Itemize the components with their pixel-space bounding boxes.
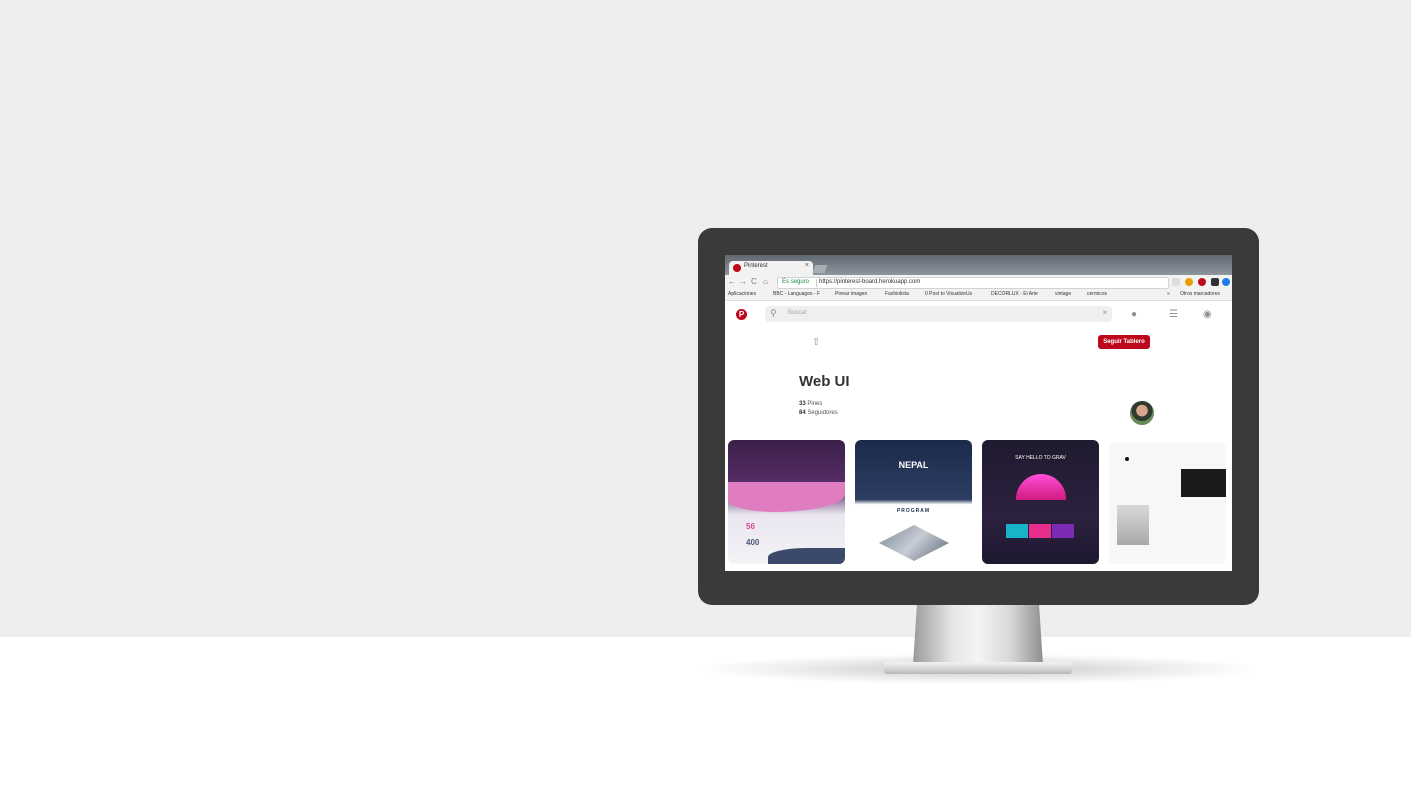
pinterest-favicon-icon (733, 264, 741, 272)
pin-wave-shape (728, 482, 845, 512)
bookmark-pinear[interactable]: Pinear imagen (835, 291, 867, 297)
board-owner-avatar[interactable] (1130, 401, 1154, 425)
pin-card[interactable]: NEPAL PROGRAM (855, 440, 972, 564)
bookmark-visualizeus[interactable]: 0 Post to VisualizeUs (925, 291, 972, 297)
secure-label: Es seguro (782, 279, 810, 285)
tab-title: Pinterest (744, 263, 768, 269)
search-icon: ⚲ (770, 308, 777, 318)
pin-stat: 400 (746, 538, 760, 547)
address-separator (816, 279, 817, 287)
browser-tab[interactable]: Pinterest × (729, 261, 813, 275)
browser-tab-strip: Pinterest × (725, 255, 1232, 275)
pin-card[interactable] (1109, 443, 1226, 564)
pin-stat: 56 (746, 522, 755, 531)
pin-image (1117, 505, 1149, 545)
pin-card[interactable]: 56 400 (728, 440, 845, 564)
forward-arrow-icon[interactable]: → (739, 277, 747, 286)
bookmarks-bar: Aplicaciones BBC - Languages - F Pinear … (725, 289, 1232, 301)
monitor-stand-neck (913, 605, 1043, 665)
profile-extension-icon[interactable] (1222, 278, 1230, 286)
new-tab-button[interactable] (812, 265, 828, 273)
followers-count-value: 84 (799, 410, 806, 416)
pins-count-label: Pines (807, 401, 823, 407)
bookmark-apps[interactable]: Aplicaciones (728, 291, 756, 297)
pin-tile (1006, 524, 1028, 538)
pin-title: NEPAL (898, 460, 929, 470)
pin-tile (1052, 524, 1074, 538)
home-icon[interactable]: ⌂ (763, 277, 768, 286)
followers-count-label: Seguidores (807, 410, 838, 416)
pin-card[interactable]: SAY HELLO TO GRAV (982, 440, 1099, 564)
board-title: Web UI (799, 373, 850, 390)
other-bookmarks[interactable]: Otros marcadores (1180, 291, 1220, 297)
bookmark-bbc[interactable]: BBC - Languages - F (773, 291, 820, 297)
followers-count[interactable]: 84 Seguidores (799, 410, 838, 416)
follow-board-button[interactable]: Seguir Tablero (1098, 335, 1150, 349)
search-placeholder: Buscar (788, 310, 807, 316)
pinterest-logo-icon[interactable]: P (736, 309, 747, 320)
bookmark-fashiolista[interactable]: Fashiolista (885, 291, 909, 297)
search-input[interactable]: ⚲ Buscar × (765, 306, 1112, 322)
monitor-stand-base (884, 662, 1072, 674)
pin-logo-dot (1125, 457, 1129, 461)
user-icon[interactable]: ● (1131, 309, 1137, 320)
address-url[interactable]: https://pinterest-board.herokuapp.com (819, 279, 920, 285)
chat-icon[interactable]: ◉ (1203, 309, 1212, 320)
pins-count[interactable]: 33 Pines (799, 401, 822, 407)
pin-wave-shape (768, 548, 845, 564)
pinterest-header: P ⚲ Buscar × ● ☰ ◉ (725, 301, 1232, 327)
pin-subtitle: PROGRAM (896, 508, 931, 514)
pin-image (879, 525, 949, 561)
address-bar[interactable]: Es seguro https://pinterest-board.heroku… (777, 277, 1169, 289)
pins-count-value: 33 (799, 401, 806, 407)
clear-search-icon[interactable]: × (1102, 308, 1107, 317)
monitor-screen: Pinterest × ← → C ⌂ Es seguro https://pi… (725, 255, 1232, 571)
share-icon[interactable]: ⇧ (812, 337, 820, 348)
bookmarks-overflow-icon[interactable]: » (1167, 291, 1170, 297)
pin-tile (1029, 524, 1051, 538)
menu-icon[interactable]: ☰ (1169, 309, 1178, 320)
browser-toolbar: ← → C ⌂ Es seguro https://pinterest-boar… (725, 275, 1232, 289)
pinterest-extension-icon[interactable] (1198, 278, 1206, 286)
bookmark-decorlux[interactable]: DECORLUX - El Arte (991, 291, 1038, 297)
pin-title: SAY HELLO TO GRAV (1015, 455, 1066, 461)
bookmark-star-icon[interactable] (1185, 278, 1193, 286)
reload-icon[interactable]: C (751, 277, 757, 286)
back-arrow-icon[interactable]: ← (728, 277, 736, 286)
tab-close-icon[interactable]: × (805, 262, 809, 269)
pin-image (1016, 474, 1066, 500)
pin-image (1181, 469, 1226, 497)
translate-icon[interactable] (1172, 278, 1180, 286)
extension-icon[interactable] (1211, 278, 1219, 286)
bookmark-cermicos[interactable]: cermicos (1087, 291, 1107, 297)
bookmark-vintage[interactable]: vintage (1055, 291, 1071, 297)
